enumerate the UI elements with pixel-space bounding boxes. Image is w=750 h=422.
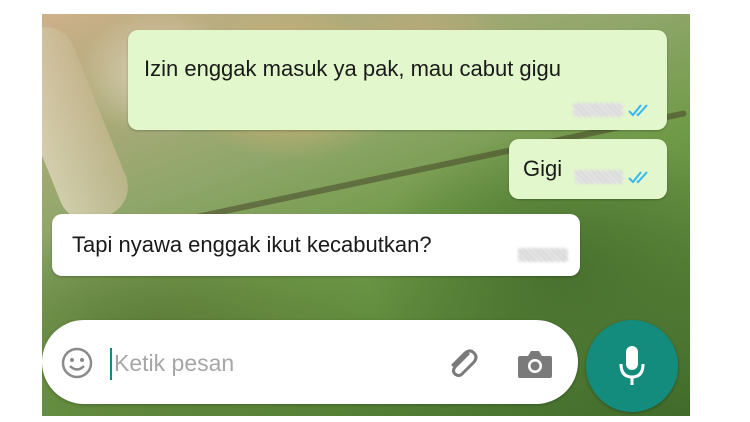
double-check-icon xyxy=(628,104,648,117)
double-check-icon xyxy=(628,171,648,184)
text-cursor xyxy=(110,348,112,380)
paperclip-icon[interactable] xyxy=(442,344,482,384)
message-text: Gigi xyxy=(523,156,563,181)
message-time-redacted xyxy=(575,170,623,184)
voice-message-button[interactable] xyxy=(586,320,678,412)
message-bubble-incoming[interactable]: Tapi nyawa enggak ikut kecabutkan? xyxy=(52,214,580,276)
message-time-redacted xyxy=(518,248,568,262)
wallpaper-decoration xyxy=(42,18,137,230)
message-bubble-outgoing[interactable]: Izin enggak masuk ya pak, mau cabut gigu xyxy=(128,30,667,130)
camera-icon[interactable] xyxy=(516,348,554,380)
microphone-icon xyxy=(619,346,645,385)
message-composer xyxy=(42,320,578,404)
message-text: Tapi nyawa enggak ikut kecabutkan? xyxy=(72,232,432,257)
message-bubble-outgoing[interactable]: Gigi xyxy=(509,139,667,199)
message-meta xyxy=(573,102,653,118)
emoji-icon[interactable] xyxy=(60,346,94,380)
message-input[interactable] xyxy=(114,344,414,382)
message-time-redacted xyxy=(573,103,623,117)
chat-screen: Izin enggak masuk ya pak, mau cabut gigu… xyxy=(42,14,690,416)
message-meta xyxy=(575,169,653,185)
message-meta xyxy=(518,248,568,262)
message-text: Izin enggak masuk ya pak, mau cabut gigu xyxy=(144,56,562,81)
